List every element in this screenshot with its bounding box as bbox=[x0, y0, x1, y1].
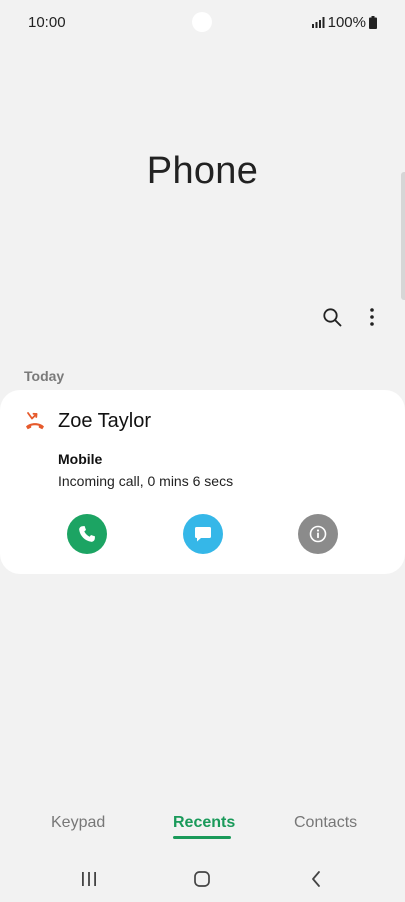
home-icon bbox=[194, 871, 210, 887]
section-label-today: Today bbox=[24, 368, 65, 384]
tab-recents[interactable]: Recents bbox=[173, 814, 235, 832]
tab-bar: Keypad Recents Contacts bbox=[0, 810, 405, 850]
phone-icon bbox=[79, 526, 95, 542]
message-icon bbox=[195, 527, 211, 542]
call-header: Zoe Taylor bbox=[22, 408, 151, 434]
info-icon bbox=[309, 525, 327, 543]
page-title: Phone bbox=[146, 150, 259, 192]
missed-call-icon bbox=[22, 408, 48, 434]
call-detail: Incoming call, 0 mins 6 secs bbox=[58, 473, 234, 489]
status-indicators: 100% bbox=[311, 14, 377, 31]
status-time: 10:00 bbox=[28, 14, 66, 31]
battery-percent: 100% bbox=[327, 14, 366, 31]
home-button[interactable] bbox=[190, 868, 214, 890]
camera-cutout bbox=[192, 12, 212, 32]
number-type: Mobile bbox=[58, 451, 103, 467]
system-navigation-bar bbox=[0, 860, 405, 898]
more-options-button[interactable] bbox=[359, 304, 385, 330]
status-bar: 10:00 100% bbox=[0, 0, 405, 44]
message-button[interactable] bbox=[183, 514, 223, 554]
battery-icon bbox=[369, 16, 377, 29]
back-button[interactable] bbox=[304, 868, 328, 890]
tab-keypad[interactable]: Keypad bbox=[51, 814, 105, 832]
contact-name: Zoe Taylor bbox=[58, 409, 152, 432]
search-button[interactable] bbox=[319, 304, 345, 330]
more-vertical-icon bbox=[370, 308, 374, 326]
call-button[interactable] bbox=[67, 514, 107, 554]
recent-apps-button[interactable] bbox=[77, 868, 101, 890]
active-tab-indicator bbox=[173, 836, 231, 839]
toolbar bbox=[319, 304, 385, 330]
signal-icon bbox=[311, 17, 325, 28]
search-icon bbox=[323, 308, 342, 327]
call-log-entry[interactable]: Zoe Taylor Mobile Incoming call, 0 mins … bbox=[0, 390, 405, 574]
tab-contacts[interactable]: Contacts bbox=[294, 814, 357, 832]
details-button[interactable] bbox=[298, 514, 338, 554]
recent-apps-icon bbox=[82, 872, 96, 886]
back-icon bbox=[312, 871, 320, 887]
